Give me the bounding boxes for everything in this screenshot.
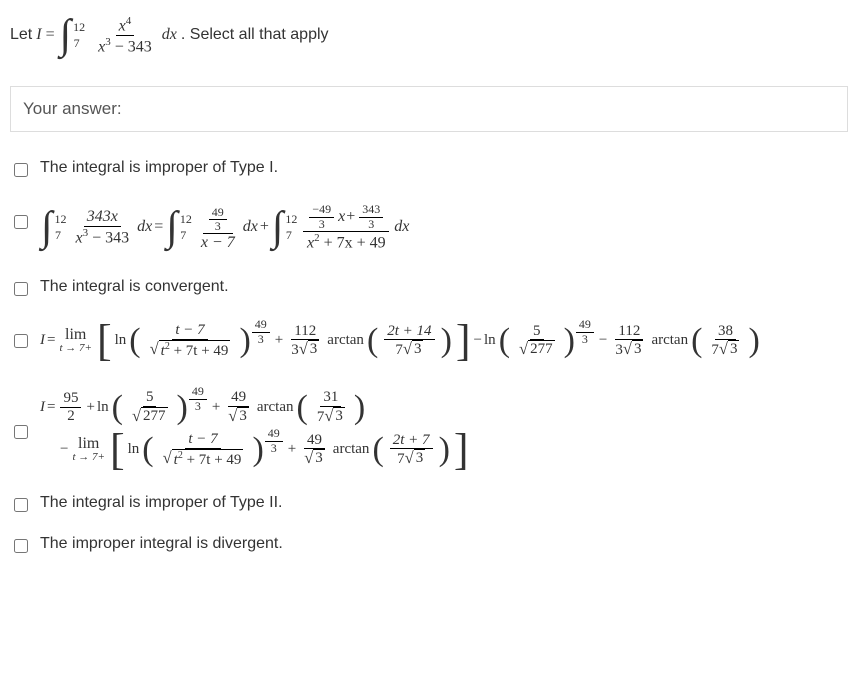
- option-6: The integral is improper of Type II.: [10, 492, 848, 514]
- option-6-checkbox[interactable]: [14, 498, 28, 512]
- option-2: ∫127 343x x3 − 343 dx = ∫127 493 x − 7 d…: [10, 197, 848, 258]
- integral-symbol: ∫ 12 7: [60, 19, 72, 53]
- integral-symbol: ∫127: [166, 211, 178, 245]
- q-let: Let: [10, 24, 32, 46]
- option-1: The integral is improper of Type I.: [10, 157, 848, 179]
- q-eq: =: [46, 24, 55, 46]
- question-prompt: Let I = ∫ 12 7 x4 x3 − 343 dx . Select a…: [10, 15, 848, 56]
- q-suffix: . Select all that apply: [181, 24, 329, 46]
- option-5-eq-a: I = 952 + ln ( 5√277 ) 493 + 49√3 arctan…: [40, 389, 848, 425]
- option-4-equation: I = limt → 7+ [ ln ( t − 7 √t2 + 7t + 49…: [40, 322, 848, 359]
- q-dx: dx: [162, 24, 177, 46]
- option-5-checkbox[interactable]: [14, 425, 28, 439]
- option-2-checkbox[interactable]: [14, 215, 28, 229]
- option-7-checkbox[interactable]: [14, 539, 28, 553]
- option-1-checkbox[interactable]: [14, 163, 28, 177]
- option-7: The improper integral is divergent.: [10, 533, 848, 555]
- option-6-label: The integral is improper of Type II.: [40, 492, 848, 514]
- option-4: I = limt → 7+ [ ln ( t − 7 √t2 + 7t + 49…: [10, 316, 848, 365]
- integral-symbol: ∫127: [272, 211, 284, 245]
- integral-symbol: ∫127: [41, 211, 53, 245]
- option-3: The integral is convergent.: [10, 276, 848, 298]
- option-2-equation: ∫127 343x x3 − 343 dx = ∫127 493 x − 7 d…: [40, 203, 848, 252]
- option-4-checkbox[interactable]: [14, 334, 28, 348]
- option-1-label: The integral is improper of Type I.: [40, 157, 848, 179]
- option-3-label: The integral is convergent.: [40, 276, 848, 298]
- option-5: I = 952 + ln ( 5√277 ) 493 + 49√3 arctan…: [10, 383, 848, 474]
- option-3-checkbox[interactable]: [14, 282, 28, 296]
- q-var: I: [36, 24, 41, 46]
- option-5-eq-b: − limt → 7+ [ ln ( t − 7 √t2 + 7t + 49 )…: [60, 431, 848, 468]
- answer-section-header: Your answer:: [10, 86, 848, 132]
- option-7-label: The improper integral is divergent.: [40, 533, 848, 555]
- q-frac: x4 x3 − 343: [95, 15, 155, 56]
